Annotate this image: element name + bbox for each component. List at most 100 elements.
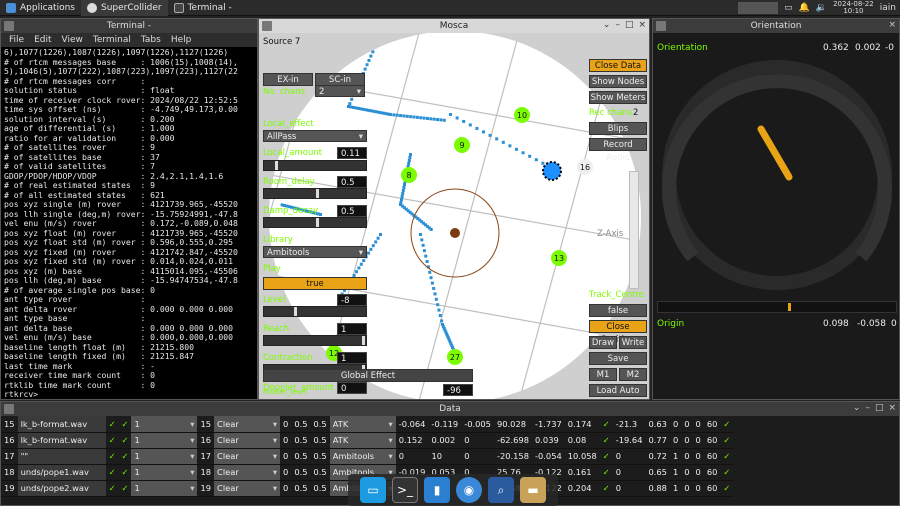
show-desktop-icon[interactable]: ▭	[360, 477, 386, 503]
maximize-icon[interactable]: □	[625, 20, 634, 30]
close-position-button[interactable]: Close Position	[589, 320, 647, 345]
check-b[interactable]: ✓	[118, 416, 132, 433]
ex-in-button[interactable]: EX-in	[263, 73, 313, 86]
slider-knob[interactable]	[316, 189, 319, 198]
applications-menu[interactable]: Applications	[0, 0, 81, 16]
local-amount-slider[interactable]	[263, 160, 367, 171]
load-auto-button[interactable]: Load Auto	[589, 384, 647, 397]
channel-select[interactable]: 1	[131, 464, 198, 481]
maximize-icon[interactable]: □	[875, 403, 884, 413]
check-a[interactable]: ✓	[105, 448, 119, 465]
show-nodes-button[interactable]: Show Nodes	[589, 75, 647, 88]
check-a[interactable]: ✓	[105, 416, 119, 433]
m2-button[interactable]: M2	[619, 368, 647, 381]
taskbar-terminal[interactable]: Terminal -	[168, 0, 238, 16]
orientation-dial[interactable]	[653, 57, 900, 307]
table-row[interactable]: 16lk_b-format.wav✓✓116Clear00.50.5ATK0.1…	[1, 432, 734, 449]
channel-select[interactable]: 1	[131, 416, 198, 433]
mode-select[interactable]: Clear	[214, 448, 281, 465]
draw-button[interactable]: Draw	[589, 336, 617, 349]
file-name[interactable]: ""	[17, 448, 106, 465]
track-centre-toggle[interactable]: false	[589, 304, 647, 317]
file-name[interactable]: unds/pope1.wav	[17, 464, 106, 481]
menu-edit[interactable]: Edit	[34, 35, 51, 45]
check-b[interactable]: ✓	[118, 448, 132, 465]
channel-select[interactable]: 1	[131, 432, 198, 449]
master-level-value[interactable]: -96	[443, 384, 473, 396]
clock[interactable]: 2024-08-22 10:10	[833, 0, 874, 15]
user-name[interactable]: iain	[880, 3, 896, 13]
terminal-output[interactable]: 6),1077(1226),1087(1226),1097(1226),1127…	[1, 47, 257, 399]
room-delay-value[interactable]: 0.5	[337, 176, 367, 188]
origin-knob[interactable]	[788, 303, 791, 311]
check-b[interactable]: ✓	[118, 432, 132, 449]
local-amount-value[interactable]: 0.11	[337, 147, 367, 159]
check-d[interactable]: ✓	[720, 432, 734, 449]
room-delay-slider[interactable]	[263, 188, 367, 199]
close-icon[interactable]: ×	[638, 20, 646, 30]
check-a[interactable]: ✓	[105, 432, 119, 449]
check-c[interactable]: ✓	[599, 464, 613, 481]
mode-select[interactable]: Clear	[214, 432, 281, 449]
library-select[interactable]: Ambitools	[263, 246, 367, 259]
folder-icon[interactable]: ▬	[520, 477, 546, 503]
notification-icon[interactable]: 🔔	[799, 3, 810, 13]
table-row[interactable]: 17""✓✓117Clear00.50.5Ambitools0100-20.15…	[1, 448, 734, 465]
slider-knob[interactable]	[362, 336, 365, 345]
blips-button[interactable]: Blips	[589, 122, 647, 135]
check-a[interactable]: ✓	[105, 480, 119, 497]
reach-value[interactable]: 1	[337, 323, 367, 335]
terminal-titlebar[interactable]: Terminal -	[1, 19, 257, 33]
menu-view[interactable]: View	[62, 35, 83, 45]
doppler-value[interactable]: 0	[337, 382, 367, 394]
table-row[interactable]: 15lk_b-format.wav✓✓115Clear00.50.5ATK-0.…	[1, 416, 734, 433]
menu-help[interactable]: Help	[171, 35, 192, 45]
dropdown-icon[interactable]: ⌄	[603, 20, 611, 30]
rec-chans-value[interactable]: 2	[633, 108, 638, 118]
check-c[interactable]: ✓	[599, 416, 613, 433]
close-icon[interactable]: ×	[888, 20, 896, 30]
terminal-icon[interactable]: >_	[392, 477, 418, 503]
workspace-switcher[interactable]	[738, 1, 779, 14]
level-slider[interactable]	[263, 306, 367, 317]
minimize-icon[interactable]: –	[615, 20, 620, 30]
global-effect-select[interactable]: Global Effect	[263, 369, 473, 382]
search-icon[interactable]: ⌕	[488, 477, 514, 503]
network-icon[interactable]: ▭	[784, 3, 793, 13]
contraction-value[interactable]: 1	[337, 352, 367, 364]
volume-icon[interactable]: 🔉	[816, 3, 827, 13]
minimize-icon[interactable]: –	[865, 403, 870, 413]
check-b[interactable]: ✓	[118, 480, 132, 497]
play-toggle[interactable]: true	[263, 277, 367, 290]
menu-tabs[interactable]: Tabs	[141, 35, 161, 45]
check-c[interactable]: ✓	[599, 448, 613, 465]
web-browser-icon[interactable]: ◉	[456, 477, 482, 503]
no-chans-select[interactable]: 2	[315, 85, 365, 98]
file-manager-icon[interactable]: ▮	[424, 477, 450, 503]
check-a[interactable]: ✓	[105, 464, 119, 481]
close-data-button[interactable]: Close Data	[589, 59, 647, 72]
origin-slider[interactable]	[657, 301, 897, 313]
check-d[interactable]: ✓	[720, 480, 734, 497]
orientation-titlebar[interactable]: Orientation ×	[653, 19, 899, 33]
library-select[interactable]: Ambitools	[329, 448, 396, 465]
check-d[interactable]: ✓	[720, 416, 734, 433]
mode-select[interactable]: Clear	[214, 480, 281, 497]
file-name[interactable]: lk_b-format.wav	[17, 416, 106, 433]
close-icon[interactable]: ×	[888, 403, 896, 413]
menu-file[interactable]: File	[9, 35, 24, 45]
file-name[interactable]: lk_b-format.wav	[17, 432, 106, 449]
save-button[interactable]: Save	[589, 352, 647, 365]
level-value[interactable]: -8	[337, 294, 367, 306]
local-effect-select[interactable]: AllPass	[263, 130, 367, 143]
library-select[interactable]: ATK	[329, 416, 396, 433]
record-audio-button[interactable]: Record Audio	[589, 138, 647, 163]
check-b[interactable]: ✓	[118, 464, 132, 481]
z-axis-slider[interactable]	[629, 171, 639, 289]
show-meters-button[interactable]: Show Meters	[589, 91, 647, 104]
damp-decay-slider[interactable]	[263, 217, 367, 228]
file-name[interactable]: unds/pope2.wav	[17, 480, 106, 497]
taskbar-supercollider[interactable]: SuperCollider	[80, 0, 168, 16]
library-select[interactable]: ATK	[329, 432, 396, 449]
check-d[interactable]: ✓	[720, 448, 734, 465]
